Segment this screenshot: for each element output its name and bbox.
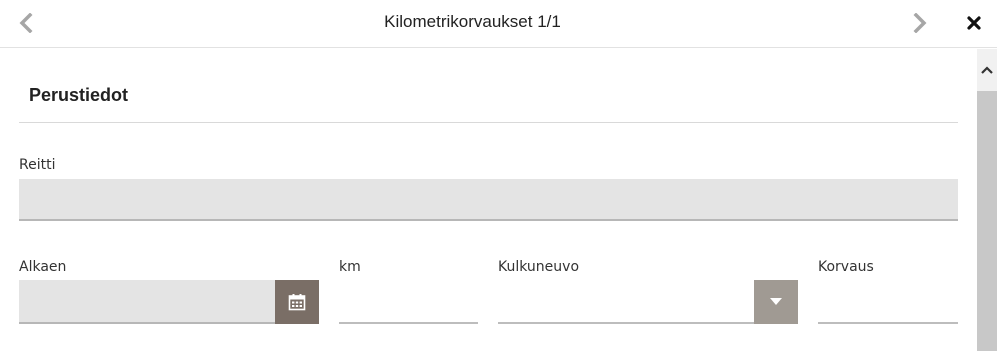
- chevron-up-icon: [981, 66, 993, 74]
- reitti-label: Reitti: [19, 157, 56, 173]
- korvaus-input[interactable]: [818, 280, 958, 324]
- close-button[interactable]: [960, 8, 988, 38]
- dialog-title: Kilometrikorvaukset 1/1: [384, 12, 561, 31]
- reitti-input[interactable]: [19, 179, 958, 221]
- close-icon: [967, 16, 981, 30]
- next-button[interactable]: [906, 8, 934, 38]
- km-input[interactable]: [339, 280, 478, 324]
- caret-down-icon: [770, 298, 782, 305]
- section-title: Perustiedot: [29, 85, 129, 105]
- scroll-up-button[interactable]: [977, 49, 997, 91]
- chevron-right-icon: [913, 13, 927, 33]
- alkaen-date-input[interactable]: [19, 280, 275, 324]
- scrollbar[interactable]: [977, 49, 997, 351]
- calendar-button[interactable]: [275, 280, 319, 324]
- kulkuneuvo-select[interactable]: [498, 280, 754, 324]
- dialog-header: Kilometrikorvaukset 1/1: [0, 0, 997, 48]
- km-label: km: [339, 259, 361, 275]
- kulkuneuvo-dropdown-button[interactable]: [754, 280, 798, 324]
- section-divider: [19, 122, 958, 123]
- kulkuneuvo-label: Kulkuneuvo: [498, 259, 580, 275]
- calendar-icon: [288, 294, 306, 311]
- alkaen-label: Alkaen: [19, 259, 67, 275]
- korvaus-label: Korvaus: [818, 259, 874, 275]
- scrollbar-thumb[interactable]: [977, 91, 997, 351]
